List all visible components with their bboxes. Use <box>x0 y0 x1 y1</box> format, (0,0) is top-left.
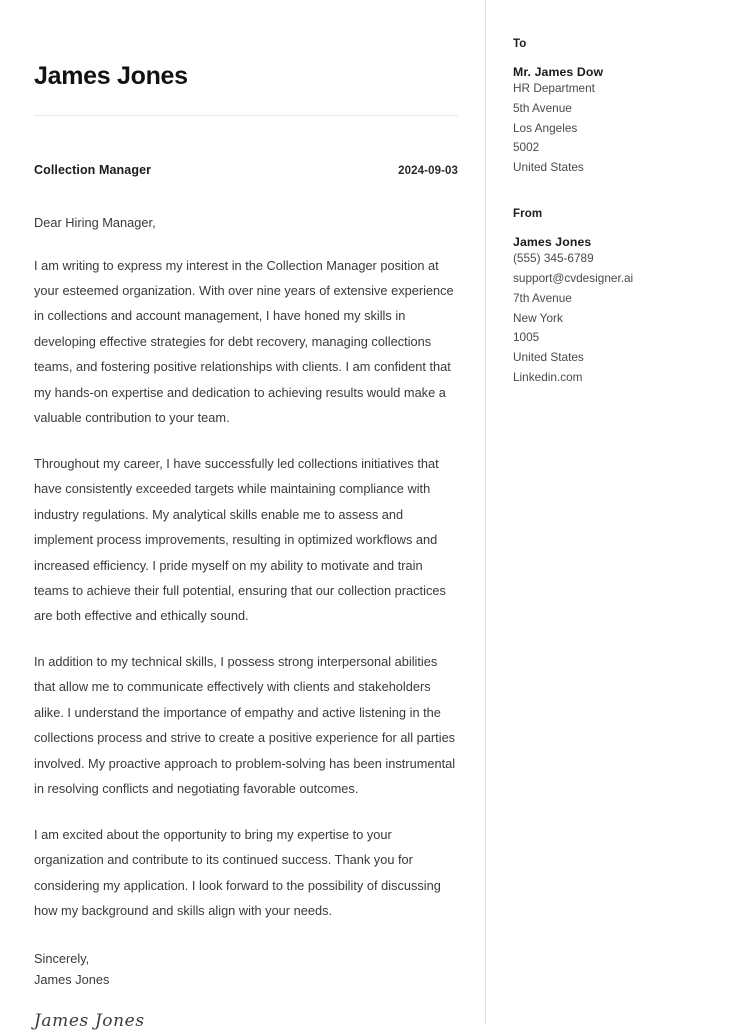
sender-phone: (555) 345-6789 <box>513 251 594 266</box>
sender-name: James Jones <box>513 235 592 250</box>
closing-name: James Jones <box>34 972 110 988</box>
salutation: Dear Hiring Manager, <box>34 214 156 230</box>
body-paragraph: Throughout my career, I have successfull… <box>34 455 446 624</box>
closing-block: Sincerely, James Jones <box>34 949 458 990</box>
recipient-address-line: 5002 <box>513 140 540 155</box>
body-paragraph: In addition to my technical skills, I po… <box>34 653 456 797</box>
address-sidebar: To Mr. James Dow HR Department 5th Avenu… <box>513 0 713 388</box>
sender-linkedin: Linkedin.com <box>513 369 583 384</box>
job-title: Collection Manager <box>34 162 152 177</box>
subject-row: Collection Manager 2024-09-03 <box>34 163 458 177</box>
sender-address-line: 1005 <box>513 330 540 345</box>
letter-body-column: James Jones Collection Manager 2024-09-0… <box>34 0 458 1031</box>
sender-address-line: New York <box>513 310 563 325</box>
letter-date: 2024-09-03 <box>398 164 458 177</box>
sender-section-label: From <box>513 208 543 221</box>
recipient-address-line: HR Department <box>513 81 595 95</box>
cover-letter-page: James Jones Collection Manager 2024-09-0… <box>0 0 730 1031</box>
header-divider-rule <box>34 114 458 116</box>
signature-mark: James Jones <box>34 1010 145 1031</box>
recipient-address-line: Los Angeles <box>513 120 578 135</box>
recipient-address-line: 5th Avenue <box>513 100 572 115</box>
body-paragraph: I am writing to express my interest in t… <box>34 257 454 426</box>
recipient-name: Mr. James Dow <box>513 65 604 79</box>
sender-email: support@cvdesigner.ai <box>513 270 634 285</box>
sender-address-line: 7th Avenue <box>513 290 572 305</box>
recipient-address-line: United States <box>513 160 584 175</box>
body-paragraph: I am excited about the opportunity to br… <box>34 826 441 918</box>
page-title: James Jones <box>34 62 188 90</box>
sender-address-line: United States <box>513 350 584 365</box>
closing-phrase: Sincerely, <box>34 951 90 967</box>
column-divider <box>485 0 486 1024</box>
recipient-section-label: To <box>513 38 527 50</box>
